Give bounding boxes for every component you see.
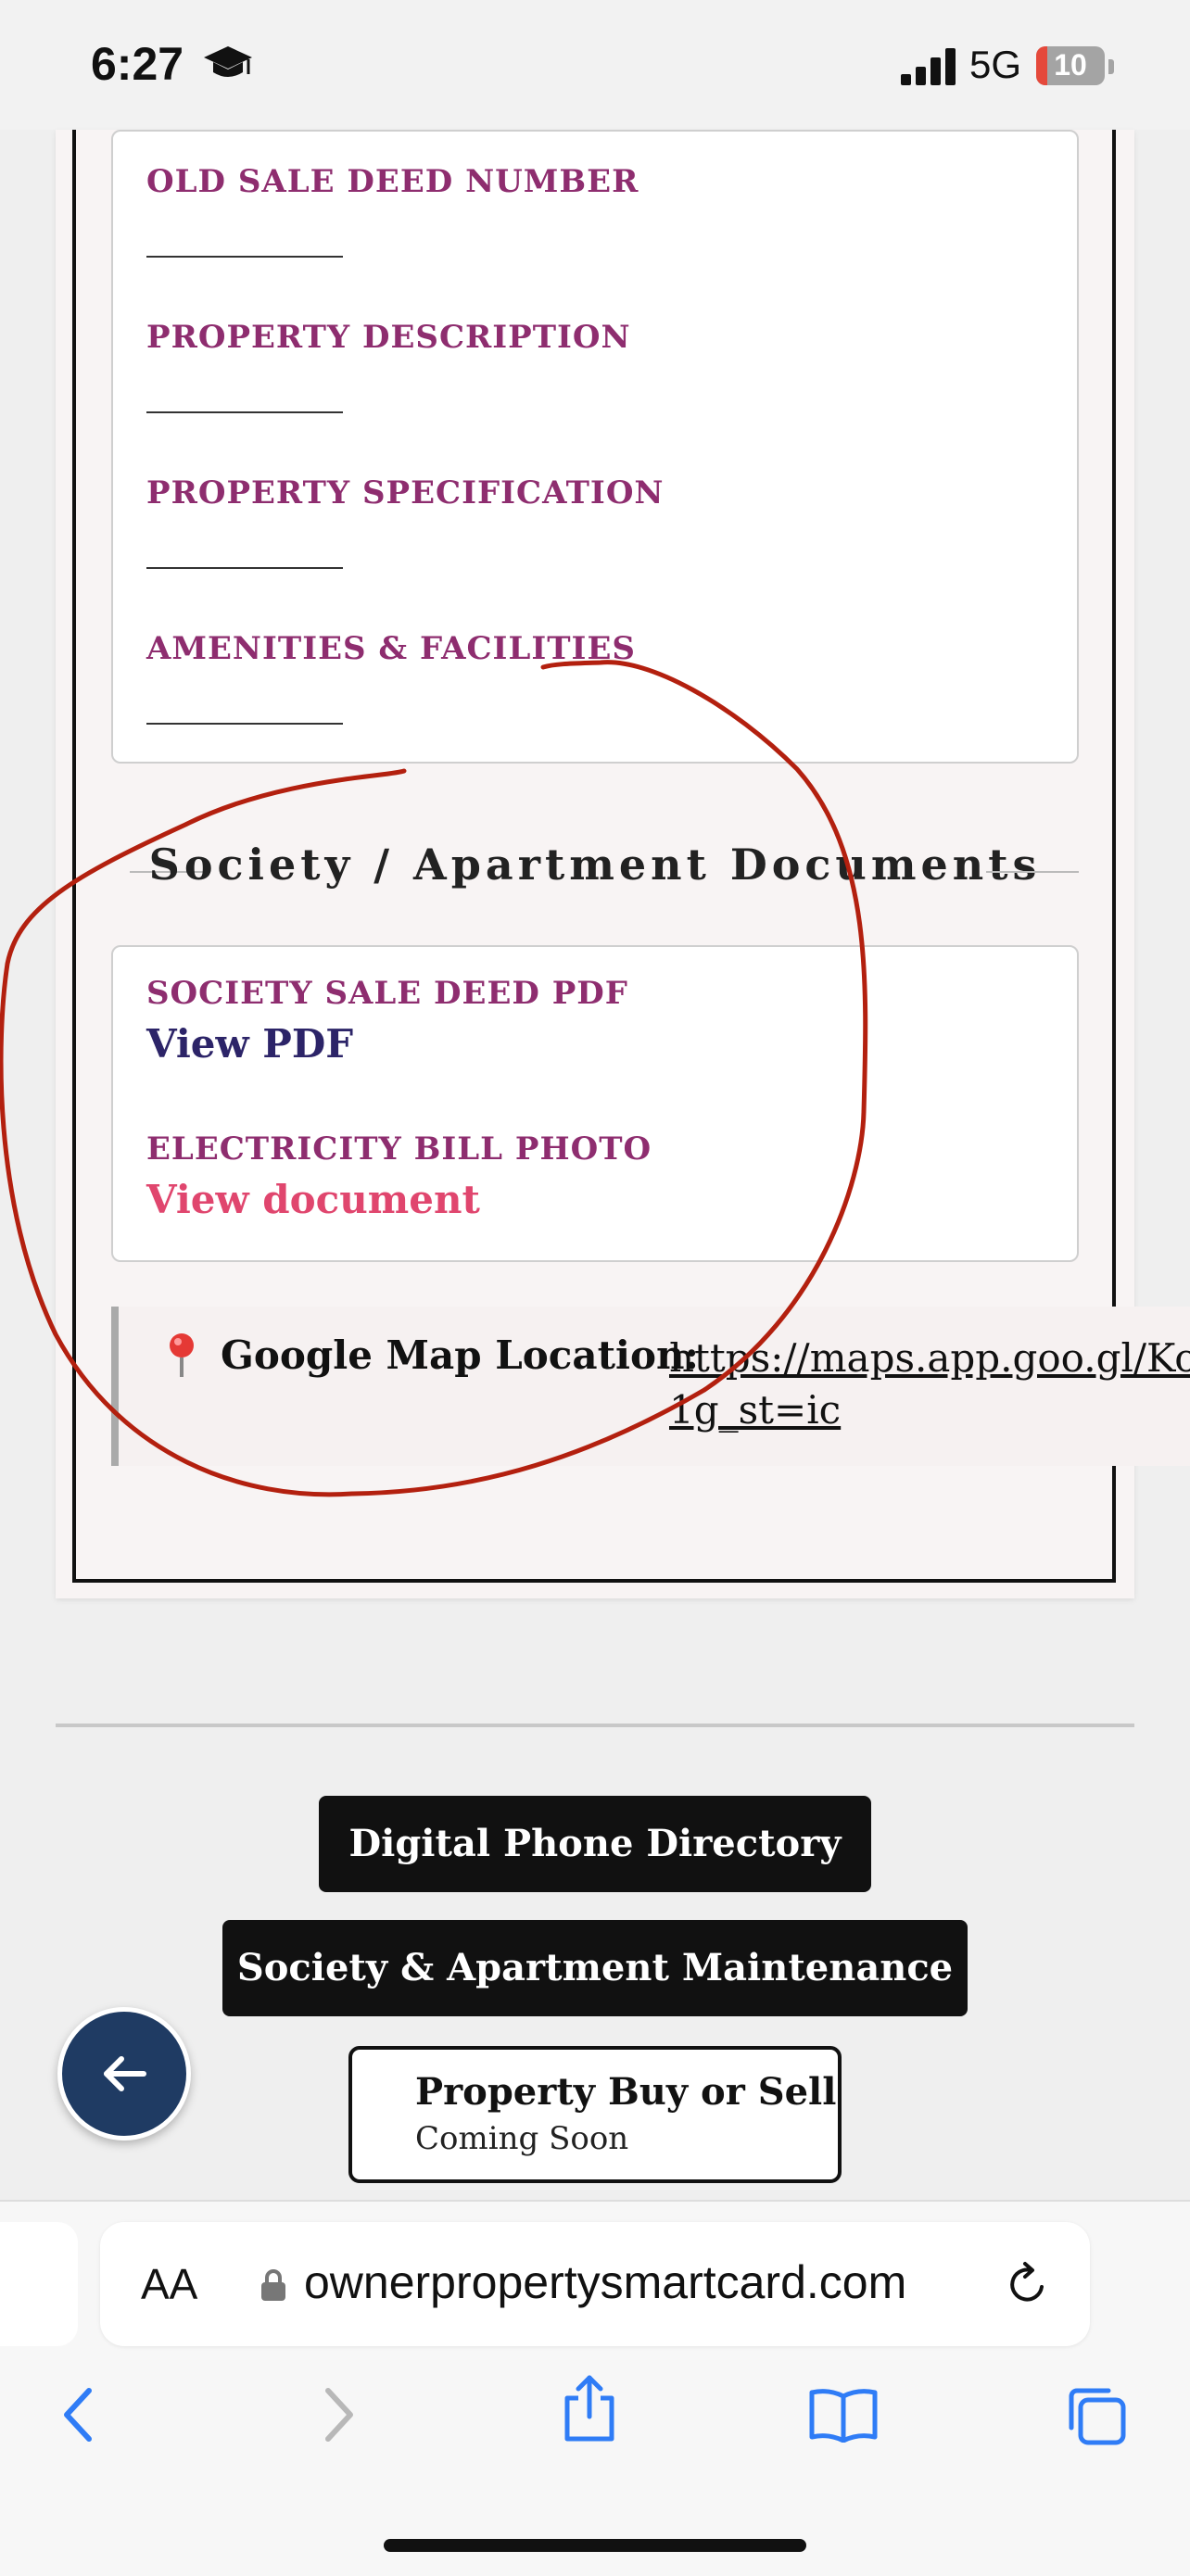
buy-sell-title: Property Buy or Sell <box>415 2070 837 2114</box>
back-button[interactable] <box>57 2007 191 2140</box>
tabs-icon[interactable] <box>1064 2383 1129 2448</box>
field-label-old-sale-deed: OLD SALE DEED NUMBER <box>146 163 639 200</box>
share-icon[interactable] <box>560 2374 619 2444</box>
map-location-label: Google Map Location: <box>221 1332 699 1378</box>
field-value-property-description <box>146 411 343 413</box>
battery-icon: 10 <box>1036 46 1105 85</box>
doc-label-electricity-bill: ELECTRICITY BILL PHOTO <box>146 1130 652 1168</box>
status-time: 6:27 <box>91 38 184 90</box>
battery-level: 10 <box>1054 48 1087 82</box>
documents-section-title: Society / Apartment Documents <box>148 840 1042 890</box>
arrow-left-icon <box>104 2056 146 2091</box>
battery-tip <box>1108 59 1114 74</box>
field-label-amenities: AMENITIES & FACILITIES <box>146 630 636 667</box>
map-location-link[interactable]: https://maps.app.goo.gl/Koe1g_st=ic <box>669 1332 1190 1436</box>
field-label-property-specification: PROPERTY SPECIFICATION <box>146 474 665 511</box>
graduation-cap-icon <box>204 46 252 77</box>
field-value-property-specification <box>146 567 343 569</box>
map-pin-icon <box>170 1333 194 1377</box>
url-text[interactable]: ownerpropertysmartcard.com <box>304 2255 906 2309</box>
property-buy-sell-button[interactable]: Property Buy or Sell Coming Soon <box>348 2046 842 2183</box>
home-indicator <box>384 2539 806 2552</box>
reader-aa-label: AA <box>141 2260 198 2308</box>
reader-aa-button[interactable]: AA <box>141 2259 197 2309</box>
reload-icon[interactable] <box>1003 2259 1053 2309</box>
view-pdf-link[interactable]: View PDF <box>146 1021 353 1067</box>
field-value-amenities <box>146 723 343 725</box>
society-maintenance-button[interactable]: Society & Apartment Maintenance <box>222 1920 968 2016</box>
cellular-signal-icon <box>901 48 956 85</box>
property-details-box <box>111 130 1079 764</box>
network-type: 5G <box>969 43 1022 86</box>
doc-label-sale-deed: SOCIETY SALE DEED PDF <box>146 975 628 1012</box>
back-nav-icon[interactable] <box>59 2385 96 2444</box>
footer-divider <box>56 1724 1134 1727</box>
buy-sell-subtitle: Coming Soon <box>415 2120 629 2157</box>
view-document-link[interactable]: View document <box>146 1177 480 1222</box>
section-rule-right <box>986 871 1079 873</box>
forward-nav-icon[interactable] <box>321 2385 358 2444</box>
previous-tab-stub[interactable] <box>0 2222 78 2346</box>
field-value-old-sale-deed <box>146 256 343 258</box>
field-label-property-description: PROPERTY DESCRIPTION <box>146 319 631 356</box>
bookmarks-icon[interactable] <box>808 2387 879 2443</box>
digital-phone-directory-button[interactable]: Digital Phone Directory <box>319 1796 871 1892</box>
lock-icon <box>261 2269 285 2301</box>
